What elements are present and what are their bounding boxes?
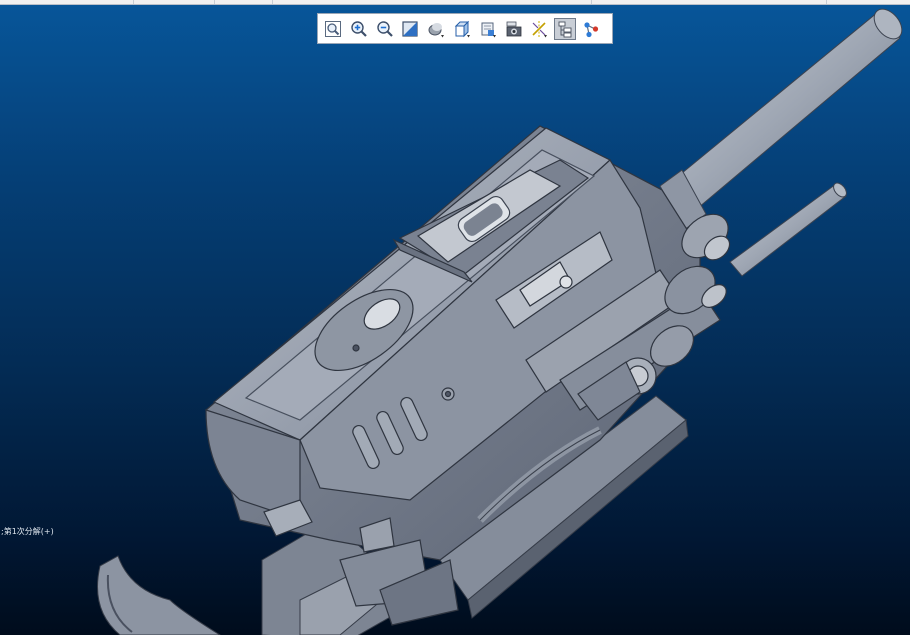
section-view-icon <box>454 20 470 37</box>
section-view-button[interactable] <box>451 18 473 40</box>
datum-display-icon <box>532 20 548 37</box>
view-manager-button[interactable] <box>477 18 499 40</box>
graphics-viewport[interactable]: ;第1次分解(+) <box>0 0 910 635</box>
annotation-icon <box>584 21 599 37</box>
zoom-out-button[interactable] <box>374 18 396 40</box>
zoom-to-fit-button[interactable] <box>322 18 344 40</box>
view-manager-icon <box>481 22 496 37</box>
display-style-button[interactable] <box>425 18 447 40</box>
view-toolbar <box>317 13 613 44</box>
datum-display-button[interactable] <box>528 18 550 40</box>
zoom-out-icon <box>376 20 393 37</box>
view-orientation-button[interactable] <box>399 18 421 40</box>
model-tree-icon <box>558 21 572 37</box>
annotation-button[interactable] <box>580 18 602 40</box>
cad-model[interactable] <box>0 0 910 635</box>
antenna-short <box>729 182 847 277</box>
antenna-long <box>659 8 903 231</box>
zoom-to-fit-icon <box>325 20 341 37</box>
zoom-in-icon <box>351 20 367 37</box>
view-orientation-icon <box>402 20 418 37</box>
explode-state-label: ;第1次分解(+) <box>1 527 54 536</box>
camera-icon <box>506 21 521 36</box>
model-tree-button[interactable] <box>554 17 577 40</box>
display-style-icon <box>428 22 445 37</box>
camera-button[interactable] <box>503 18 525 40</box>
zoom-in-button[interactable] <box>348 18 370 40</box>
